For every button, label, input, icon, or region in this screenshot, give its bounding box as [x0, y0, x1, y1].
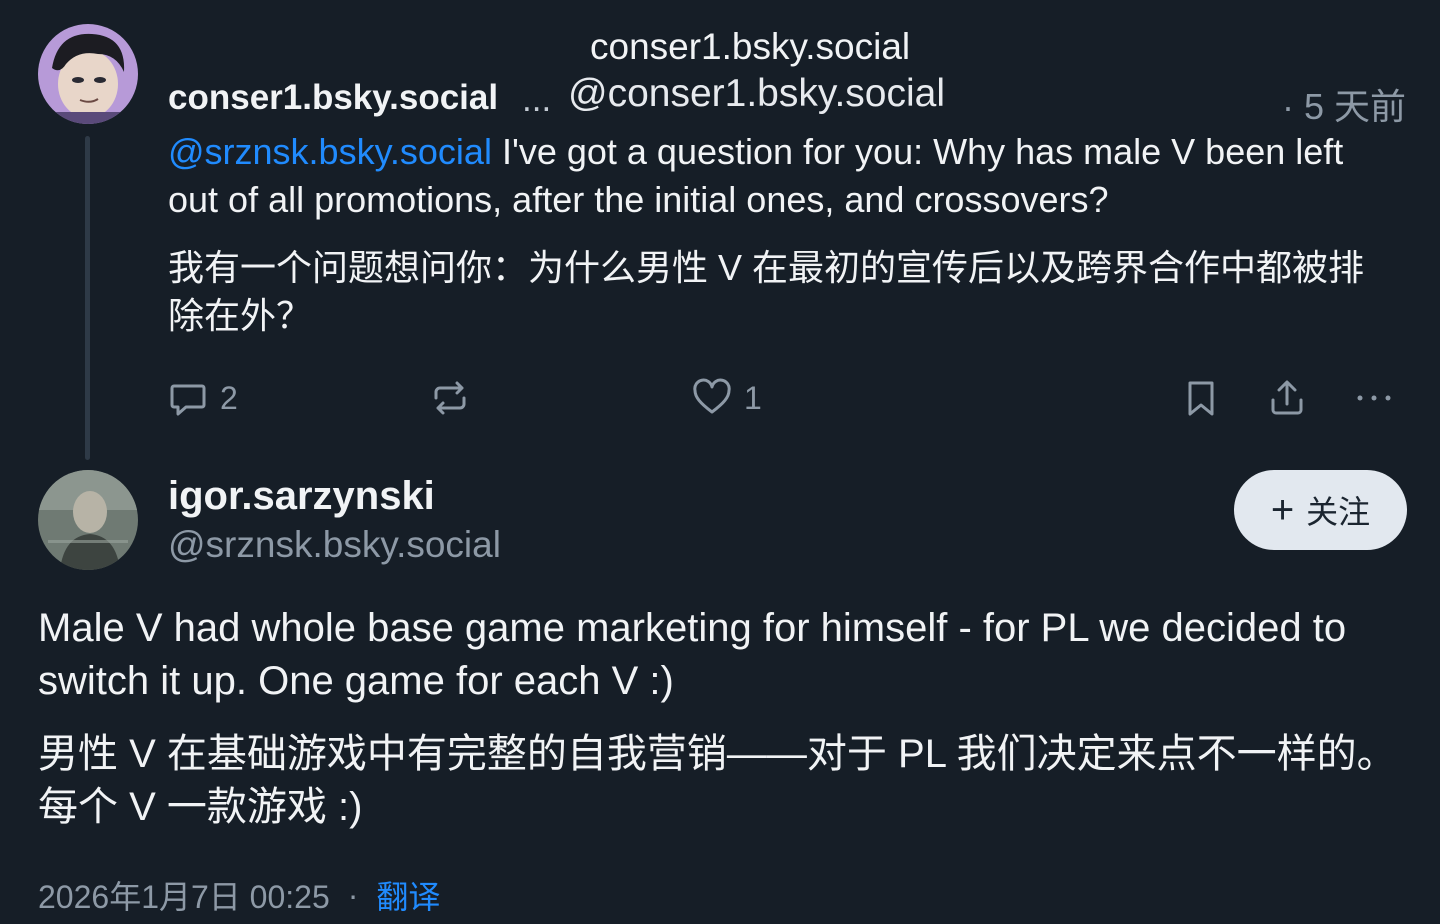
author-display-name[interactable]: conser1.bsky.social [168, 78, 498, 118]
post-text: Male V had whole base game marketing for… [38, 606, 1347, 703]
reply-count: 2 [220, 379, 238, 416]
post-timestamp[interactable]: · 5 天前 [1282, 78, 1406, 130]
post-meta: 2026年1月7日 00:25 · 翻译 [38, 872, 440, 918]
reply-button[interactable]: 2 [168, 376, 238, 420]
more-icon [1357, 395, 1391, 401]
bookmark-button[interactable] [1181, 376, 1221, 420]
avatar[interactable] [38, 24, 138, 124]
repost-button[interactable] [430, 376, 470, 420]
avatar[interactable] [38, 470, 138, 570]
like-icon [693, 378, 731, 414]
author-name-tooltip: conser1.bsky.social [590, 26, 911, 67]
post-translation: 我有一个问题想问你：为什么男性 V 在最初的宣传后以及跨界合作中都被排除在外？ [168, 247, 1365, 336]
follow-label: 关注 [1306, 494, 1371, 530]
follow-button[interactable]: + 关注 [1234, 470, 1407, 550]
meta-separator: · [347, 876, 359, 913]
share-icon [1271, 380, 1303, 415]
post-datetime: 2026年1月7日 00:25 [38, 879, 330, 915]
author-handle[interactable]: @srznsk.bsky.social [168, 524, 501, 566]
bookmark-icon [1188, 381, 1214, 416]
author-display-name[interactable]: igor.sarzynski [168, 474, 435, 519]
post-thread-view: conser1.bsky.social conser1.bsky.social … [0, 0, 1440, 924]
name-truncation-ellipsis: ... [522, 80, 552, 119]
reply-icon [170, 384, 206, 416]
mention-link[interactable]: @srznsk.bsky.social [168, 131, 492, 172]
repost-icon [434, 381, 466, 415]
post-translation: 男性 V 在基础游戏中有完整的自我营销——对于 PL 我们决定来点不一样的。每个… [38, 732, 1397, 829]
like-button[interactable]: 1 [692, 376, 762, 420]
avatar-image [38, 24, 138, 124]
translate-link[interactable]: 翻译 [376, 872, 440, 918]
share-button[interactable] [1267, 376, 1307, 420]
plus-icon: + [1270, 488, 1295, 532]
thread-connector-line [85, 136, 90, 460]
post-text: @srznsk.bsky.social I've got a question … [168, 128, 1398, 224]
author-handle[interactable]: @conser1.bsky.social [568, 72, 945, 116]
more-options-button[interactable] [1354, 376, 1394, 420]
avatar-image [38, 470, 138, 570]
like-count: 1 [744, 379, 762, 416]
